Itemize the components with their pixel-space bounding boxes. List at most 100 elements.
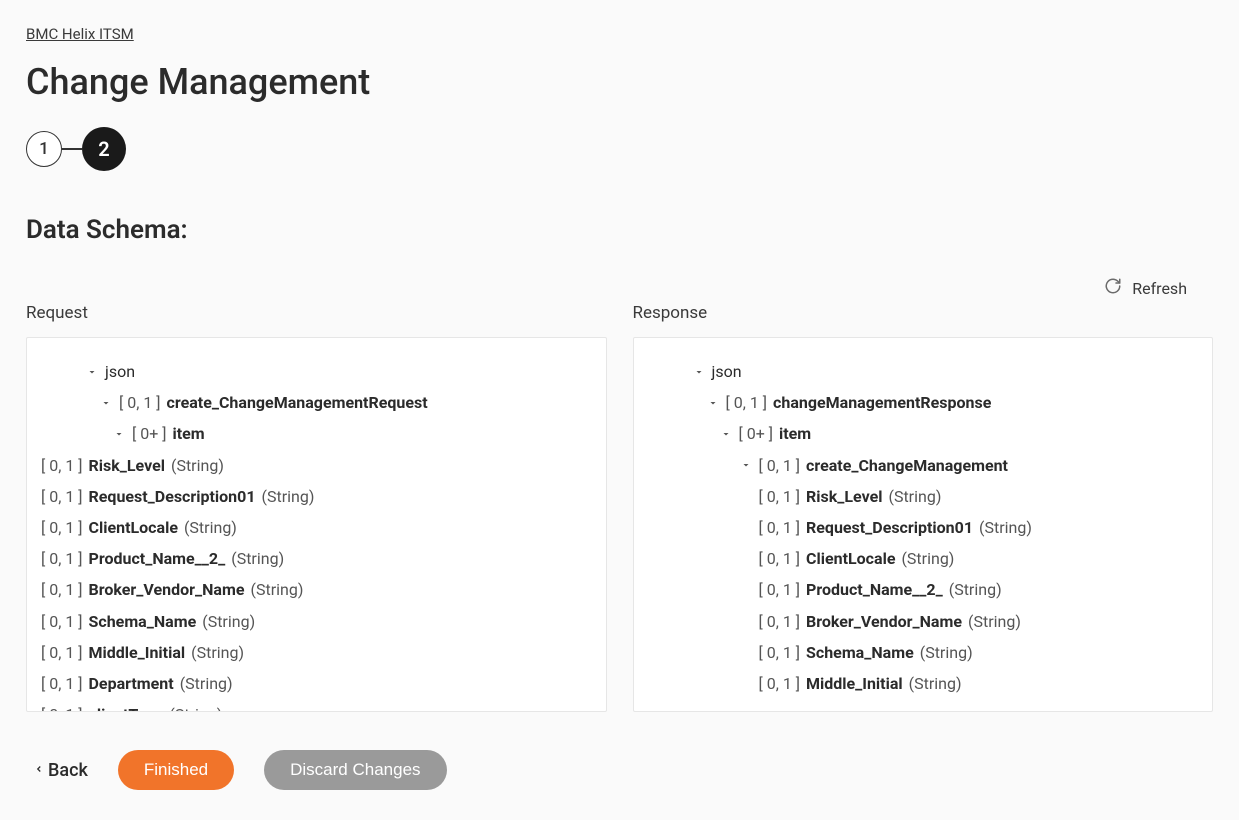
tree-node[interactable]: [ 0, 1 ] create_ChangeManagementRequest [41, 387, 592, 418]
tree-node-label: item [173, 418, 205, 449]
cardinality-label: [ 0, 1 ] [41, 668, 83, 699]
tree-node-label: create_ChangeManagementRequest [167, 387, 428, 418]
cardinality-label: [ 0, 1 ] [41, 637, 83, 668]
tree-leaf[interactable]: [ 0, 1 ] Middle_Initial (String) [41, 637, 592, 668]
tree-leaf[interactable]: [ 0, 1 ] Broker_Vendor_Name (String) [41, 574, 592, 605]
chevron-down-icon[interactable] [706, 397, 720, 409]
cardinality-label: [ 0, 1 ] [759, 606, 801, 637]
cardinality-label: [ 0, 1 ] [41, 481, 83, 512]
field-type: (String) [888, 481, 941, 512]
response-label: Response [633, 303, 1214, 323]
tree-leaf[interactable]: [ 0, 1 ] Request_Description01 (String) [648, 512, 1199, 543]
cardinality-label: [ 0+ ] [132, 418, 167, 449]
refresh-label: Refresh [1132, 279, 1187, 298]
tree-leaf[interactable]: [ 0, 1 ] clientType (String) [41, 699, 592, 711]
field-name: clientType [89, 699, 164, 711]
tree-leaf[interactable]: [ 0, 1 ] Risk_Level (String) [41, 450, 592, 481]
field-type: (String) [180, 668, 233, 699]
chevron-down-icon[interactable] [719, 428, 733, 440]
tree-node[interactable]: [ 0+ ] item [648, 418, 1199, 449]
tree-leaf[interactable]: [ 0, 1 ] ClientLocale (String) [648, 543, 1199, 574]
field-type: (String) [262, 481, 315, 512]
field-type: (String) [169, 699, 222, 711]
tree-leaf[interactable]: [ 0, 1 ] ClientLocale (String) [41, 512, 592, 543]
tree-node[interactable]: [ 0+ ] item [41, 418, 592, 449]
field-name: Product_Name__2_ [806, 574, 943, 605]
field-type: (String) [968, 606, 1021, 637]
chevron-down-icon[interactable] [112, 428, 126, 440]
cardinality-label: [ 0, 1 ] [119, 387, 161, 418]
section-heading: Data Schema: [26, 215, 1213, 245]
refresh-button[interactable]: Refresh [26, 277, 1213, 299]
chevron-down-icon[interactable] [99, 397, 113, 409]
tree-node-label: changeManagementResponse [773, 387, 991, 418]
step-1[interactable]: 1 [26, 131, 62, 167]
tree-leaf[interactable]: [ 0, 1 ] Middle_Initial (String) [648, 668, 1199, 699]
tree-leaf[interactable]: [ 0, 1 ] Schema_Name (String) [648, 637, 1199, 668]
tree-node-label: item [779, 418, 811, 449]
step-connector [62, 148, 82, 150]
field-name: ClientLocale [89, 512, 178, 543]
tree-node[interactable]: [ 0, 1 ] create_ChangeManagement [648, 450, 1199, 481]
cardinality-label: [ 0, 1 ] [759, 574, 801, 605]
tree-leaf[interactable]: [ 0, 1 ] Schema_Name (String) [41, 606, 592, 637]
response-schema-scroll[interactable]: json [ 0, 1 ] changeManagementResponse [… [634, 338, 1213, 711]
tree-node[interactable]: [ 0, 1 ] changeManagementResponse [648, 387, 1199, 418]
cardinality-label: [ 0, 1 ] [726, 387, 768, 418]
cardinality-label: [ 0, 1 ] [759, 481, 801, 512]
field-type: (String) [191, 637, 244, 668]
breadcrumb[interactable]: BMC Helix ITSM [26, 25, 134, 43]
request-schema-scroll[interactable]: json [ 0, 1 ] create_ChangeManagementReq… [27, 338, 606, 711]
field-type: (String) [949, 574, 1002, 605]
field-name: Broker_Vendor_Name [806, 606, 962, 637]
field-name: Schema_Name [806, 637, 914, 668]
tree-root[interactable]: json [648, 356, 1199, 387]
tree-node-label: json [712, 356, 742, 387]
tree-leaf[interactable]: [ 0, 1 ] Risk_Level (String) [648, 481, 1199, 512]
tree-leaf[interactable]: [ 0, 1 ] Broker_Vendor_Name (String) [648, 606, 1199, 637]
field-type: (String) [184, 512, 237, 543]
field-type: (String) [251, 574, 304, 605]
step-2[interactable]: 2 [82, 127, 126, 171]
cardinality-label: [ 0, 1 ] [41, 699, 83, 711]
cardinality-label: [ 0, 1 ] [41, 574, 83, 605]
cardinality-label: [ 0, 1 ] [759, 543, 801, 574]
finished-button[interactable]: Finished [118, 750, 234, 790]
field-name: Request_Description01 [806, 512, 973, 543]
tree-leaf[interactable]: [ 0, 1 ] Department (String) [41, 668, 592, 699]
field-type: (String) [909, 668, 962, 699]
cardinality-label: [ 0+ ] [739, 418, 774, 449]
back-label: Back [48, 760, 88, 781]
field-name: Department [89, 668, 174, 699]
cardinality-label: [ 0, 1 ] [759, 637, 801, 668]
tree-leaf[interactable]: [ 0, 1 ] Product_Name__2_ (String) [41, 543, 592, 574]
discard-changes-button[interactable]: Discard Changes [264, 750, 446, 790]
field-type: (String) [920, 637, 973, 668]
field-type: (String) [231, 543, 284, 574]
request-schema-box: json [ 0, 1 ] create_ChangeManagementReq… [26, 337, 607, 712]
field-name: Request_Description01 [89, 481, 256, 512]
back-button[interactable]: Back [34, 760, 88, 781]
refresh-icon [1104, 277, 1122, 299]
cardinality-label: [ 0, 1 ] [759, 668, 801, 699]
tree-leaf[interactable]: [ 0, 1 ] Product_Name__2_ (String) [648, 574, 1199, 605]
field-name: Risk_Level [806, 481, 882, 512]
stepper: 1 2 [26, 127, 1213, 171]
cardinality-label: [ 0, 1 ] [759, 450, 801, 481]
request-label: Request [26, 303, 607, 323]
tree-root[interactable]: json [41, 356, 592, 387]
chevron-down-icon[interactable] [692, 366, 706, 378]
tree-node-label: json [105, 356, 135, 387]
cardinality-label: [ 0, 1 ] [41, 606, 83, 637]
chevron-down-icon[interactable] [739, 459, 753, 471]
field-name: Broker_Vendor_Name [89, 574, 245, 605]
cardinality-label: [ 0, 1 ] [759, 512, 801, 543]
response-schema-box: json [ 0, 1 ] changeManagementResponse [… [633, 337, 1214, 712]
field-type: (String) [202, 606, 255, 637]
field-name: Schema_Name [89, 606, 197, 637]
tree-leaf[interactable]: [ 0, 1 ] Request_Description01 (String) [41, 481, 592, 512]
chevron-down-icon[interactable] [85, 366, 99, 378]
cardinality-label: [ 0, 1 ] [41, 543, 83, 574]
field-name: Middle_Initial [806, 668, 903, 699]
chevron-left-icon [34, 760, 44, 781]
